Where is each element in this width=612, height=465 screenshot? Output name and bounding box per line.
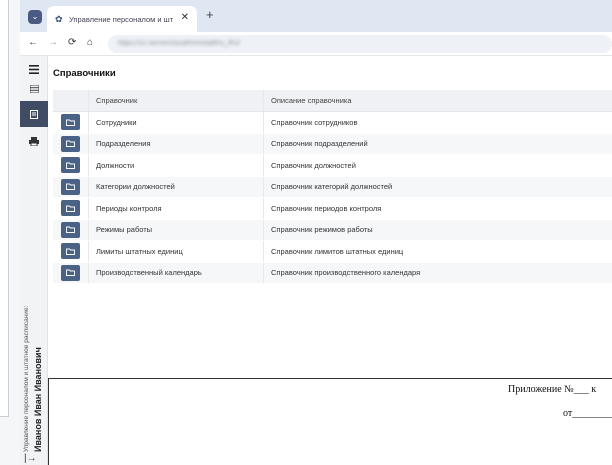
background-window-edge (0, 0, 20, 465)
print-icon[interactable] (20, 130, 48, 152)
row-description: Справочник сотрудников (263, 112, 612, 133)
row-name: Лимиты штатных единиц (88, 241, 263, 262)
row-name: Подразделения (88, 133, 263, 154)
table-row[interactable]: Сотрудники Справочник сотрудников (53, 112, 612, 134)
logout-icon[interactable]: |→ (24, 453, 37, 464)
row-name: Сотрудники (88, 112, 263, 133)
address-bar[interactable]: https://1c-server/cloud/hrm/staff/ru_RU/ (108, 35, 612, 53)
open-folder-icon[interactable] (61, 114, 80, 131)
user-name: Иванов Иван Иванович (33, 347, 43, 452)
open-folder-icon[interactable] (61, 200, 80, 217)
open-folder-icon[interactable] (61, 264, 80, 281)
app-sidebar: Управление персоналом и штатное расписан… (20, 56, 48, 465)
row-name: Должности (88, 155, 263, 176)
row-description: Справочник лимитов штатных единиц (263, 241, 612, 262)
document-preview: Приложение №___ к от________ (48, 378, 612, 465)
tab-close-icon[interactable]: ✕ (181, 12, 189, 23)
app-favicon-icon: ✿ (55, 14, 63, 24)
open-folder-icon[interactable] (61, 178, 80, 195)
navigation-bar: ← → ⟳ ⌂ https://1c-server/cloud/hrm/staf… (20, 32, 612, 56)
table-row[interactable]: Периоды контроля Справочник периодов кон… (53, 198, 612, 220)
tab-title: Управление персоналом и шт (69, 15, 174, 24)
background-window-panel (0, 0, 9, 417)
home-icon[interactable]: ⌂ (87, 37, 93, 49)
forward-arrow-icon[interactable]: → (48, 37, 58, 49)
column-header-name: Справочник (88, 90, 263, 111)
back-arrow-icon[interactable]: ← (28, 37, 38, 49)
row-description: Справочник режимов работы (263, 219, 612, 240)
column-header-description: Описание справочника (263, 90, 612, 111)
row-description: Справочник должностей (263, 155, 612, 176)
table-row[interactable]: Должности Справочник должностей (53, 155, 612, 177)
table-row[interactable]: Категории должностей Справочник категори… (53, 176, 612, 198)
reload-icon[interactable]: ⟳ (68, 37, 76, 49)
directories-icon[interactable] (20, 101, 48, 127)
row-description: Справочник периодов контроля (263, 198, 612, 219)
open-folder-icon[interactable] (61, 243, 80, 260)
row-name: Категории должностей (88, 176, 263, 197)
row-description: Справочник категорий должностей (263, 176, 612, 197)
row-name: Производственный календарь (88, 262, 263, 283)
document-date-line: от________ (563, 408, 612, 419)
row-description: Справочник подразделений (263, 133, 612, 154)
address-url: https://1c-server/cloud/hrm/staff/ru_RU/ (118, 40, 241, 47)
list-view-icon[interactable] (20, 78, 48, 100)
tab-menu-chevron-icon[interactable]: ⌄ (28, 10, 42, 24)
table-row[interactable]: Производственный календарь Справочник пр… (53, 262, 612, 284)
table-header: Справочник Описание справочника (53, 90, 612, 112)
open-folder-icon[interactable] (61, 135, 80, 152)
open-folder-icon[interactable] (61, 157, 80, 174)
new-tab-button[interactable]: + (206, 8, 214, 22)
open-folder-icon[interactable] (61, 221, 80, 238)
directories-table: Справочник Описание справочника Сотрудни… (53, 90, 612, 284)
browser-tab-active[interactable]: ✿ Управление персоналом и шт ✕ (47, 6, 197, 32)
table-row[interactable]: Подразделения Справочник подразделений (53, 133, 612, 155)
table-row[interactable]: Лимиты штатных единиц Справочник лимитов… (53, 241, 612, 263)
row-name: Периоды контроля (88, 198, 263, 219)
tab-strip: ⌄ ✿ Управление персоналом и шт ✕ + (20, 0, 612, 32)
row-description: Справочник производственного календаря (263, 262, 612, 283)
user-info: Управление персоналом и штатное расписан… (23, 280, 47, 452)
row-name: Режимы работы (88, 219, 263, 240)
table-row[interactable]: Режимы работы Справочник режимов работы (53, 219, 612, 241)
page-title: Справочники (53, 68, 116, 79)
app-subtitle: Управление персоналом и штатное расписан… (23, 305, 30, 452)
document-appendix-line: Приложение №___ к (508, 384, 597, 395)
menu-hamburger-icon[interactable] (20, 58, 48, 80)
